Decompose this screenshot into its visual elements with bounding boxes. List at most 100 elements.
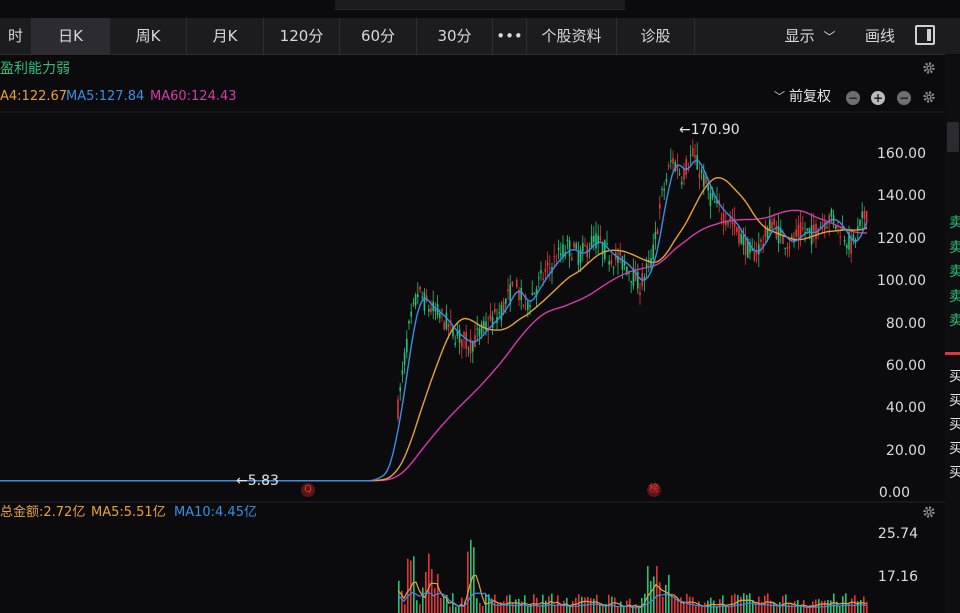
event-marker-q[interactable]: Q — [301, 483, 315, 497]
candle-body — [538, 277, 540, 279]
total-amount-value: 总金额:2.72亿 — [0, 505, 86, 520]
candle-body — [694, 155, 696, 158]
candle-body — [795, 229, 797, 237]
amount-bar — [512, 603, 514, 613]
amount-bar — [482, 605, 484, 613]
candle-body — [480, 323, 483, 334]
price-axis-tick: 160.00 — [877, 146, 926, 162]
amount-bar — [737, 595, 739, 613]
candle-body — [465, 332, 467, 349]
price-axis-tick: 20.00 — [885, 443, 926, 459]
amount-bar — [470, 539, 472, 613]
amount-bar — [608, 594, 610, 613]
amount-bar — [695, 605, 697, 613]
amount-bar — [854, 595, 856, 613]
candle-body — [575, 243, 577, 249]
amount-bar — [413, 556, 415, 613]
candle-body — [399, 387, 401, 392]
candle-body — [802, 227, 804, 230]
order-book-buy-label: 买 — [949, 393, 960, 409]
candle-body — [443, 322, 445, 330]
candle-body — [863, 211, 866, 219]
amount-bar — [554, 605, 556, 613]
candle-body — [760, 239, 762, 242]
candle-body — [417, 294, 419, 297]
amount-bar — [791, 603, 793, 613]
candle-body — [511, 281, 514, 286]
price-axis-tick: 0.00 — [878, 485, 910, 501]
amount-bar — [551, 593, 553, 613]
candle-body — [773, 218, 775, 225]
amount-legend-row: 总金额:2.72亿 MA5:5.51亿 MA10:4.45亿 — [0, 502, 945, 524]
amount-bar — [563, 600, 565, 613]
candle-body — [406, 338, 408, 353]
candle-body — [788, 247, 791, 249]
amount-axis-tick: 25.74 — [877, 526, 918, 542]
amount-bar — [842, 596, 844, 613]
candle-body — [458, 329, 461, 343]
candle-body — [857, 226, 859, 230]
candle-body — [667, 165, 670, 167]
candle-body — [619, 251, 621, 256]
ma60-line — [0, 209, 868, 482]
candle-body — [698, 173, 701, 179]
candle-body — [500, 305, 503, 321]
candle-body — [527, 301, 529, 310]
amount-bar — [404, 604, 406, 613]
candle-body — [806, 228, 808, 231]
order-book-divider — [945, 352, 960, 355]
amount-bar — [494, 594, 496, 613]
candle-body — [663, 188, 665, 191]
amount-bar — [455, 606, 457, 613]
order-book-buy-label: 买 — [949, 441, 960, 457]
candle-body — [782, 235, 784, 244]
candle-body — [771, 222, 773, 230]
amount-settings-gear-icon[interactable] — [922, 505, 936, 519]
candle-body — [553, 256, 555, 258]
candle-body — [544, 268, 547, 273]
candle-body — [423, 292, 426, 311]
scroll-thumb[interactable] — [947, 122, 959, 152]
amount-bar — [866, 601, 868, 613]
amount-bar — [575, 597, 577, 613]
candle-body — [498, 312, 500, 314]
price-axis-tick: 40.00 — [885, 400, 926, 416]
candle-body — [830, 209, 833, 217]
candle-body — [584, 245, 586, 247]
candle-body — [573, 243, 575, 248]
amount-bar — [419, 604, 421, 613]
candle-body — [861, 211, 863, 218]
amount-bar — [443, 596, 445, 613]
candle-body — [403, 352, 406, 365]
candle-body — [753, 250, 756, 261]
candle-body — [736, 227, 738, 232]
candle-body — [654, 231, 657, 240]
candle-body — [621, 256, 624, 270]
event-marker-list[interactable]: 榜 — [647, 483, 661, 497]
candle-body — [491, 317, 494, 328]
candle-body — [744, 237, 747, 256]
amount-bar — [653, 576, 655, 613]
amount-bar — [662, 596, 664, 613]
candle-body — [826, 227, 828, 229]
candle-body — [397, 399, 399, 419]
order-book-sell-label: 卖 — [949, 215, 960, 231]
candle-body — [522, 304, 525, 306]
candle-body — [843, 240, 846, 242]
amount-ma5-value: MA5:5.51亿 — [91, 505, 166, 520]
candle-body — [799, 222, 802, 238]
candle-body — [784, 248, 786, 250]
candle-body — [445, 312, 448, 330]
candle-body — [447, 323, 450, 327]
amount-bar — [788, 603, 790, 613]
candle-body — [531, 293, 533, 295]
candle-body — [599, 236, 602, 241]
candle-body — [505, 298, 507, 304]
candle-body — [656, 230, 659, 235]
candle-body — [546, 262, 549, 266]
candle-body — [628, 272, 630, 274]
candle-body — [720, 218, 723, 220]
amount-bar — [794, 601, 796, 613]
amount-bar — [476, 598, 478, 613]
amount-ma10-value: MA10:4.45亿 — [174, 505, 257, 520]
